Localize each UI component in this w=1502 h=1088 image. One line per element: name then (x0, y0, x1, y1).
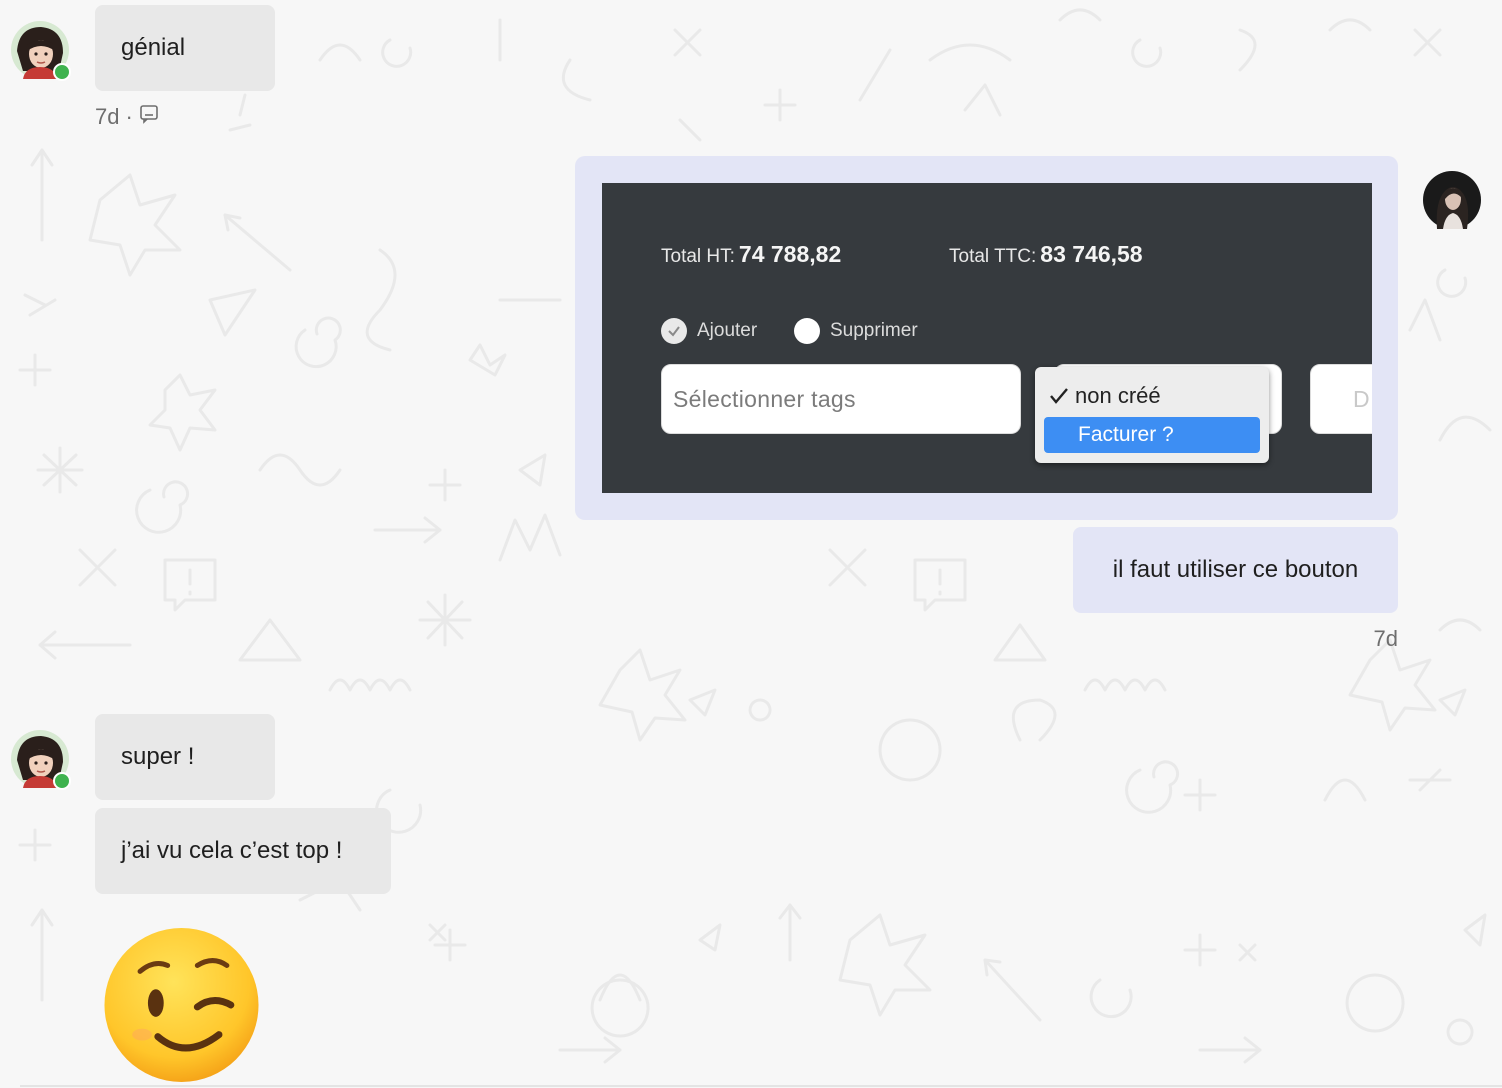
total-ht: Total HT: 74 788,82 (661, 241, 842, 267)
read-receipt-icon[interactable] (139, 104, 159, 130)
message-bubble[interactable]: j’ai vu cela c’est top ! (95, 808, 391, 894)
message-text: génial (121, 34, 186, 61)
online-status-indicator (53, 63, 71, 81)
message-text: il faut utiliser ce bouton (1112, 556, 1359, 583)
message-text: super ! (121, 743, 195, 770)
online-status-indicator (53, 772, 71, 790)
tags-select-field: Sélectionner tags (661, 364, 1021, 434)
message-bubble[interactable]: il faut utiliser ce bouton (1073, 527, 1398, 613)
checkmark-icon (661, 318, 687, 344)
meta-separator: · (125, 104, 133, 129)
image-message-bubble[interactable]: Total HT: 74 788,82 Total TTC: 83 746,58 A… (575, 156, 1398, 520)
composer-divider (20, 1085, 1502, 1087)
sender-avatar[interactable] (11, 21, 71, 81)
message-meta: 7d · (95, 104, 159, 130)
message-time: 7d (95, 104, 120, 129)
status-dropdown-menu: non créé Facturer ? (1035, 367, 1269, 463)
total-ttc: Total TTC: 83 746,58 (949, 241, 1143, 267)
radio-ajouter: Ajouter (661, 318, 757, 344)
winking-face-emoji[interactable] (101, 926, 262, 1084)
dropdown-option-highlighted: Facturer ? (1044, 417, 1260, 453)
radio-empty-icon (794, 318, 820, 344)
message-time: 7d (1373, 626, 1398, 651)
dropdown-option-checked: non créé (1049, 383, 1161, 409)
message-text: j’ai vu cela c’est top ! (121, 837, 343, 864)
cut-off-field: D (1310, 364, 1372, 434)
checkmark-icon (1050, 388, 1068, 404)
own-avatar[interactable] (1423, 171, 1481, 229)
sender-avatar[interactable] (11, 730, 71, 790)
attached-screenshot[interactable]: Total HT: 74 788,82 Total TTC: 83 746,58 A… (602, 183, 1372, 493)
message-bubble[interactable]: super ! (95, 714, 275, 800)
message-bubble[interactable]: génial (95, 5, 275, 91)
message-meta: 7d (1374, 626, 1398, 652)
own-avatar-image (1423, 171, 1481, 229)
radio-supprimer: Supprimer (794, 318, 918, 344)
